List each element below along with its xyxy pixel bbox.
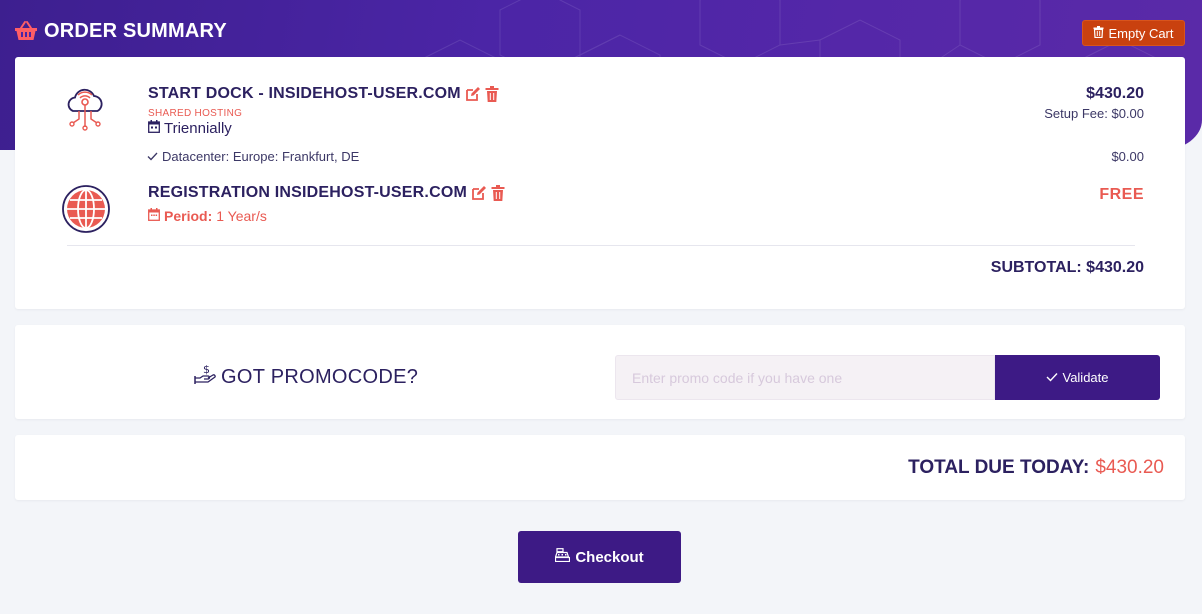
product-title: START DOCK - INSIDEHOST-USER.COM [148,85,499,103]
billing-cycle: Triennially [148,120,232,137]
checkout-button[interactable]: Checkout [518,531,681,583]
check-icon [147,149,158,164]
domain-title-text: REGISTRATION INSIDEHOST-USER.COM [148,184,468,201]
cash-register-icon [554,548,571,566]
page-title: ORDER SUMMARY [14,18,227,44]
total-due: TOTAL DUE TODAY: $430.20 [908,457,1164,479]
trash-icon[interactable] [491,185,505,201]
product-price: $430.20 [1086,85,1144,102]
trash-icon [1093,25,1104,41]
basket-icon [14,20,38,42]
setup-fee: Setup Fee: $0.00 [1044,106,1144,121]
divider [67,245,1135,246]
config-option-price: $0.00 [1111,149,1144,164]
svg-text:$: $ [203,363,210,376]
promo-code-input[interactable] [615,355,995,400]
config-option: Datacenter: Europe: Frankfurt, DE [147,149,359,164]
promo-panel: $ GOT PROMOCODE? Validate [15,325,1185,419]
domain-period: Period: 1 Year/s [148,208,267,224]
empty-cart-label: Empty Cart [1108,25,1174,41]
validate-label: Validate [1062,370,1109,385]
promo-heading: $ GOT PROMOCODE? [193,363,418,391]
cart-items-panel: START DOCK - INSIDEHOST-USER.COM SHARED … [15,57,1185,309]
cloud-network-icon [61,85,109,138]
billing-cycle-text: Triennially [164,120,232,137]
period-label: Period: [164,208,213,224]
total-panel: TOTAL DUE TODAY: $430.20 [15,435,1185,500]
check-icon [1046,370,1058,385]
trash-icon[interactable] [485,86,499,102]
globe-icon [62,185,110,238]
promo-heading-text: GOT PROMOCODE? [221,365,419,388]
product-group: SHARED HOSTING [148,108,243,119]
empty-cart-button[interactable]: Empty Cart [1082,20,1185,46]
page-title-text: ORDER SUMMARY [44,19,227,42]
total-due-label: TOTAL DUE TODAY: [908,457,1090,478]
money-hand-icon: $ [193,363,217,391]
domain-title: REGISTRATION INSIDEHOST-USER.COM [148,184,505,202]
edit-icon[interactable] [465,86,481,102]
product-title-text: START DOCK - INSIDEHOST-USER.COM [148,85,461,102]
subtotal: SUBTOTAL: $430.20 [990,259,1144,276]
validate-button[interactable]: Validate [995,355,1160,400]
edit-icon[interactable] [471,185,487,201]
calendar-icon [148,120,160,137]
period-value: 1 Year/s [216,208,267,224]
checkout-label: Checkout [575,548,644,566]
calendar-icon [148,208,160,224]
config-option-text: Datacenter: Europe: Frankfurt, DE [162,149,360,164]
total-due-amount: $430.20 [1095,457,1164,478]
domain-price: FREE [1099,186,1144,203]
